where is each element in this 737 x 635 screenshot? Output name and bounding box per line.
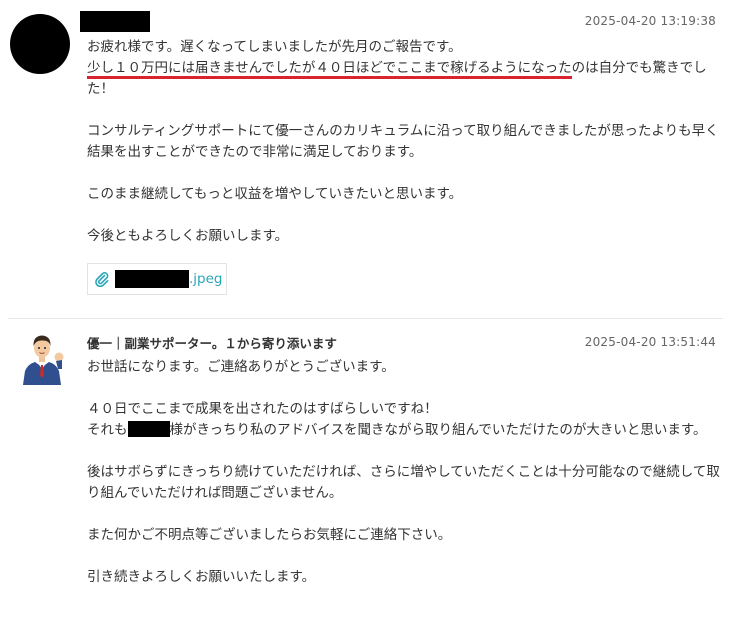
redacted-filename xyxy=(115,270,189,288)
avatar[interactable] xyxy=(10,14,70,74)
attachment-link[interactable]: .jpeg xyxy=(87,263,227,295)
message-paragraph: また何かご不明点等ございましたらお気軽にご連絡下さい。 xyxy=(87,527,452,543)
message-paragraph: 今後ともよろしくお願いします。 xyxy=(87,228,289,244)
message-line: それも xyxy=(87,422,128,438)
message-paragraph: 後はサボらずにきっちり続けていただければ、さらに増やしていただくことは十分可能な… xyxy=(87,464,720,501)
message-line: 様がきっちり私のアドバイスを聞きながら取り組んでいただけたのが大きいと思います。 xyxy=(169,422,707,438)
highlighted-text: 少し１０万円には届きませんでしたが４０日ほどでここまで稼げるようになった xyxy=(87,60,572,79)
attachment-extension: .jpeg xyxy=(189,271,223,287)
message-paragraph: コンサルティングサポートにて優一さんのカリキュラムに沿って取り組んできましたが思… xyxy=(87,123,719,160)
message-paragraph: お疲れ様です。遅くなってしまいましたが先月のご報告です。 少し１０万円には届きま… xyxy=(87,37,727,100)
message-timestamp: 2025-04-20 13:19:38 xyxy=(584,14,716,28)
avatar[interactable] xyxy=(19,331,65,385)
message-item: 2025-04-20 13:19:38 お疲れ様です。遅くなってしまいましたが先… xyxy=(0,0,737,318)
message-line: お疲れ様です。遅くなってしまいましたが先月のご報告です。 xyxy=(87,39,462,55)
redacted-customer-name xyxy=(127,421,170,437)
message-paragraph: お世話になります。ご連絡ありがとうございます。 xyxy=(87,359,395,375)
paperclip-icon xyxy=(95,272,109,287)
redacted-sender-name xyxy=(80,11,150,32)
message-line: ４０日でここまで成果を出されたのはすばらしいですね！ xyxy=(87,401,438,417)
message-timestamp: 2025-04-20 13:51:44 xyxy=(584,335,716,349)
message-paragraph: 引き続きよろしくお願いいたします。 xyxy=(87,569,316,585)
message-body: お世話になります。ご連絡ありがとうございます。 ４０日でここまで成果を出されたの… xyxy=(87,357,727,588)
sender-name[interactable]: 優一｜副業サポーター。１から寄り添います xyxy=(87,333,337,352)
message-body: お疲れ様です。遅くなってしまいましたが先月のご報告です。 少し１０万円には届きま… xyxy=(87,37,727,247)
message-paragraph: ４０日でここまで成果を出されたのはすばらしいですね！ それも 様がきっちり私のアド… xyxy=(87,399,727,441)
message-paragraph: このまま継続してもっと収益を増やしていきたいと思います。 xyxy=(87,186,463,202)
